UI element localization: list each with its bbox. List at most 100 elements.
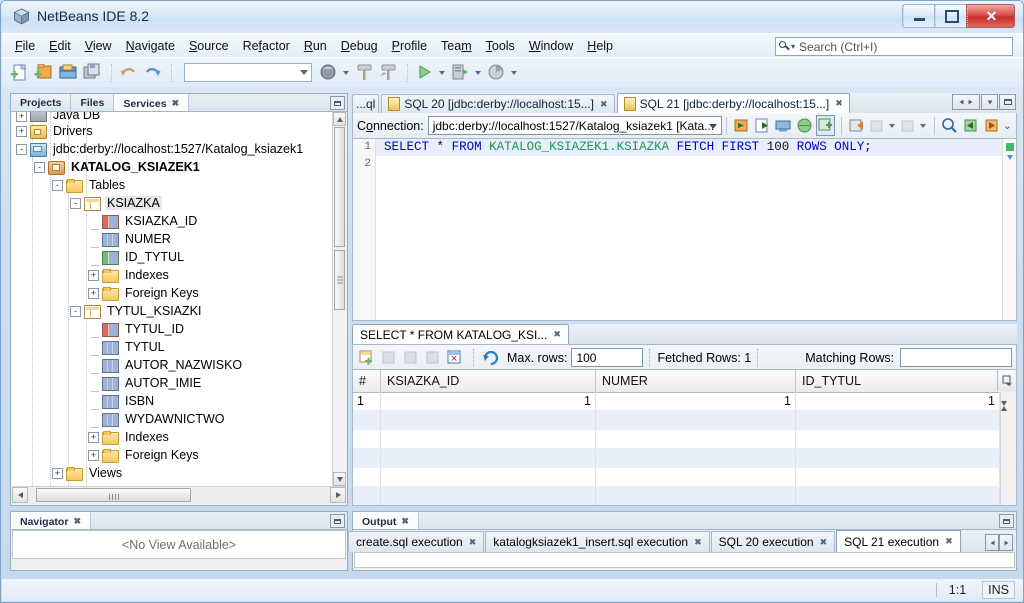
insert-record-icon[interactable] <box>357 348 377 367</box>
tab-services[interactable]: Services ✖ <box>114 94 190 111</box>
output-tab-sql-20-execution[interactable]: SQL 20 execution ✖ <box>710 531 836 552</box>
minimize-window-icon[interactable] <box>330 514 345 528</box>
profile-project-icon[interactable] <box>486 62 507 83</box>
expand-icon[interactable]: + <box>52 467 63 479</box>
tab-projects[interactable]: Projects <box>11 94 72 111</box>
editor-tab-partial[interactable]: ...ql <box>352 94 380 113</box>
menu-item-navigate[interactable]: Navigate <box>119 36 182 56</box>
matching-rows-input[interactable] <box>900 348 1012 367</box>
tree-node-tytul[interactable]: TYTUL <box>12 338 333 356</box>
more-options-icon[interactable]: ⌄ <box>1003 119 1012 132</box>
tree-node-views[interactable]: + Views <box>12 464 333 482</box>
menu-item-source[interactable]: Source <box>182 36 236 56</box>
tree-vertical-scrollbar[interactable] <box>332 112 346 486</box>
close-icon[interactable]: ✖ <box>694 537 702 548</box>
refresh-icon[interactable] <box>481 348 501 367</box>
scroll-left-button[interactable] <box>12 487 28 503</box>
expand-icon[interactable]: + <box>88 287 99 299</box>
menu-item-run[interactable]: Run <box>297 36 334 56</box>
build-dropdown-arrow-icon[interactable] <box>343 70 349 75</box>
close-icon[interactable]: ✖ <box>172 98 180 109</box>
expand-icon[interactable]: + <box>88 269 99 281</box>
close-icon[interactable]: ✖ <box>820 537 828 548</box>
column-header-id-tytul[interactable]: ID_TYTUL <box>796 370 1000 392</box>
delete-record-icon[interactable] <box>379 348 399 367</box>
connection-select[interactable]: jdbc:derby://localhost:1527/Katalog_ksia… <box>427 116 723 135</box>
sql-history-icon[interactable] <box>774 116 793 135</box>
tree-node-indexes[interactable]: + Indexes <box>12 428 333 446</box>
previous-command-icon[interactable] <box>868 116 887 135</box>
tree-node-foreign-keys[interactable]: + Foreign Keys <box>12 446 333 464</box>
column-header-index[interactable]: # <box>353 370 381 392</box>
commit-record-icon[interactable] <box>401 348 421 367</box>
tree-horizontal-scrollbar[interactable] <box>12 486 346 504</box>
save-all-icon[interactable] <box>82 62 103 83</box>
output-content[interactable] <box>354 552 1015 568</box>
commit-icon[interactable] <box>816 115 836 136</box>
minimize-button[interactable] <box>902 4 934 28</box>
code-lines[interactable]: SELECT * FROM KATALOG_KSIAZEK1.KSIAZKA F… <box>376 139 1002 320</box>
new-project-icon[interactable] <box>34 62 55 83</box>
tab-navigator[interactable]: Navigator ✖ <box>11 512 91 529</box>
expand-icon[interactable]: + <box>16 112 27 122</box>
column-settings-icon[interactable] <box>997 370 1016 391</box>
chevron-down-icon[interactable] <box>888 123 895 128</box>
results-vertical-scrollbar[interactable] <box>1000 392 1016 505</box>
output-tab-sql-21-execution[interactable]: SQL 21 execution ✖ <box>836 530 961 552</box>
redo-icon[interactable] <box>142 62 163 83</box>
editor-tab-sql21[interactable]: SQL 21 [jdbc:derby://localhost:15...] ✖ <box>616 93 850 113</box>
tree-node-jdbc-derby-localhost-1527-katalog-ksiazek1[interactable]: - jdbc:derby://localhost:1527/Katalog_ksi… <box>12 140 333 158</box>
project-config-combo[interactable] <box>184 63 312 82</box>
profile-dropdown-arrow-icon[interactable] <box>511 70 517 75</box>
collapse-icon[interactable]: - <box>52 179 63 191</box>
close-button[interactable]: ✕ <box>966 4 1015 28</box>
menu-item-team[interactable]: Team <box>434 36 479 56</box>
close-icon[interactable]: ✖ <box>945 536 953 547</box>
toggle-autocommit-icon[interactable] <box>795 116 814 135</box>
close-icon[interactable]: ✖ <box>553 329 561 340</box>
collapse-icon[interactable]: - <box>34 161 45 173</box>
minimize-window-icon[interactable] <box>330 96 345 110</box>
sql-code-editor[interactable]: 1 2 SELECT * FROM KATALOG_KSIAZEK1.KSIAZ… <box>352 138 1017 321</box>
undo-icon[interactable] <box>118 62 139 83</box>
scroll-right-button[interactable] <box>330 487 346 503</box>
minimize-window-icon[interactable] <box>999 514 1014 528</box>
scroll-up-button[interactable] <box>333 112 346 126</box>
rollback-icon[interactable] <box>847 116 866 135</box>
tab-list-icon[interactable] <box>981 94 998 110</box>
close-icon[interactable]: ✖ <box>835 98 843 109</box>
menu-item-help[interactable]: Help <box>580 36 620 56</box>
table-cell[interactable]: 1 <box>381 392 596 410</box>
next-result-icon[interactable] <box>982 116 1001 135</box>
tree-node-tables[interactable]: - Tables <box>12 176 333 194</box>
previous-result-icon[interactable] <box>961 116 980 135</box>
tree-node-indexes[interactable]: + Indexes <box>12 266 333 284</box>
maximize-window-icon[interactable] <box>999 94 1016 110</box>
menu-item-edit[interactable]: Edit <box>42 36 78 56</box>
table-cell[interactable]: 1 <box>796 392 1000 410</box>
tab-output[interactable]: Output ✖ <box>353 512 419 529</box>
run-current-statement-icon[interactable] <box>753 116 772 135</box>
close-icon[interactable]: ✖ <box>73 516 81 527</box>
tree-node-ksiazka[interactable]: - KSIAZKA <box>12 194 333 212</box>
menu-item-debug[interactable]: Debug <box>334 36 385 56</box>
tree-node-foreign-keys[interactable]: + Foreign Keys <box>12 284 333 302</box>
tree-node-numer[interactable]: NUMER <box>12 230 333 248</box>
tree-node-ksiazka-id[interactable]: KSIAZKA_ID <box>12 212 333 230</box>
table-cell[interactable]: 1 <box>353 392 381 410</box>
table-row[interactable]: 1111 <box>353 392 1001 411</box>
scroll-down-button[interactable] <box>333 472 346 486</box>
tree-node-autor-imie[interactable]: AUTOR_IMIE <box>12 374 333 392</box>
tab-scroll-buttons[interactable] <box>952 94 980 110</box>
expand-icon[interactable]: + <box>16 125 27 137</box>
menu-item-refactor[interactable]: Refactor <box>236 36 297 56</box>
output-tab-katalogksiazek1-insert-sql-execution[interactable]: katalogksiazek1_insert.sql execution ✖ <box>485 531 710 552</box>
expand-icon[interactable]: + <box>88 449 99 461</box>
tree-node-java-db[interactable]: + Java DB <box>12 112 333 122</box>
collapse-icon[interactable]: - <box>70 305 81 317</box>
code-line-1[interactable]: SELECT * FROM KATALOG_KSIAZEK1.KSIAZKA F… <box>376 139 1002 156</box>
column-header-ksiazka-id[interactable]: KSIAZKA_ID <box>381 370 596 392</box>
hscrollbar-thumb[interactable] <box>36 488 191 502</box>
debug-dropdown-arrow-icon[interactable] <box>475 70 481 75</box>
close-icon[interactable]: ✖ <box>469 537 477 548</box>
